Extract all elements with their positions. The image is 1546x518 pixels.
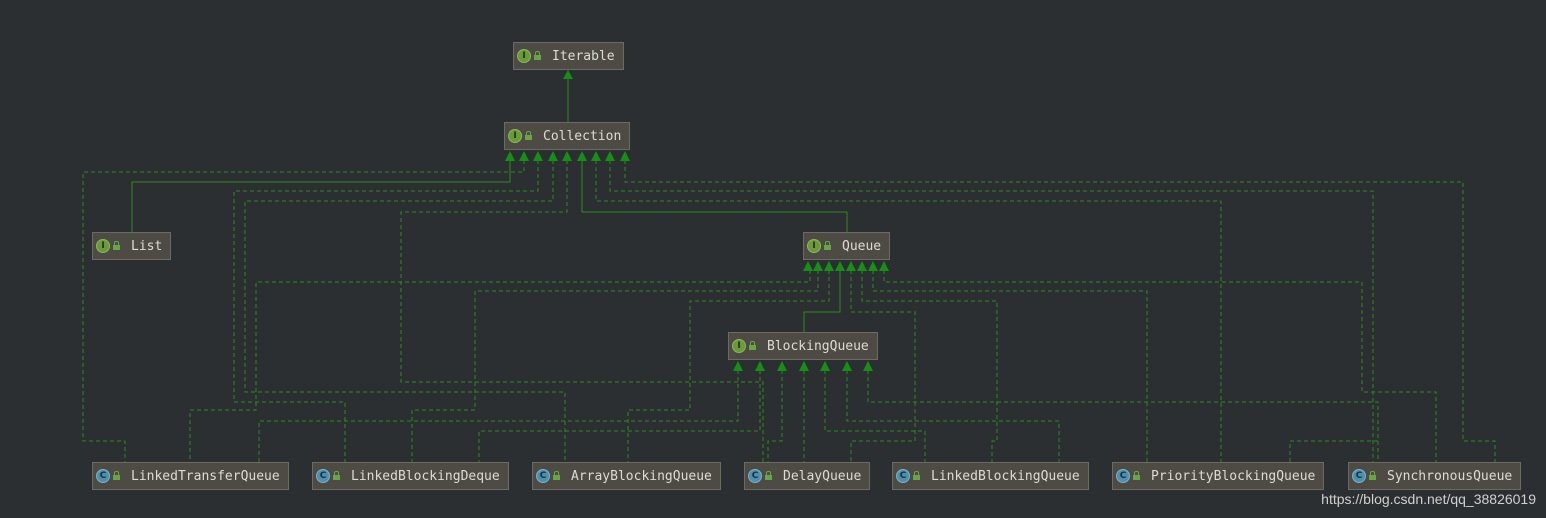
lock-icon [525,131,534,140]
class-icon: C [1352,469,1366,483]
class-icon: C [96,469,110,483]
lock-icon [749,341,758,350]
lock-icon [824,241,833,250]
node-label: DelayQueue [783,468,862,484]
dashed-edges [82,160,1496,462]
node-label: Collection [543,128,622,144]
node-linkedblockingdeque[interactable]: C LinkedBlockingDeque [312,462,509,490]
solid-edges [131,76,848,333]
lock-icon [113,241,122,250]
node-list[interactable]: I List [92,232,172,260]
node-label: List [131,238,163,254]
watermark: https://blog.csdn.net/qq_38826019 [1321,491,1536,507]
interface-icon: I [732,339,746,353]
lock-icon [113,471,122,480]
node-arrayblockingqueue[interactable]: C ArrayBlockingQueue [532,462,721,490]
interface-icon: I [96,239,110,253]
interface-icon: I [508,129,522,143]
lock-icon [553,471,562,480]
arrowheads [505,70,889,371]
node-synchronousqueue[interactable]: C SynchronousQueue [1348,462,1522,490]
node-linkedtransferqueue[interactable]: C LinkedTransferQueue [92,462,289,490]
node-label: LinkedBlockingQueue [931,468,1080,484]
node-blockingqueue[interactable]: I BlockingQueue [728,332,878,360]
class-icon: C [896,469,910,483]
class-icon: C [316,469,330,483]
node-queue[interactable]: I Queue [803,232,891,260]
interface-icon: I [807,239,821,253]
lock-icon [765,471,774,480]
lock-icon [1133,471,1142,480]
inheritance-edges [82,70,1496,462]
node-linkedblockingqueue[interactable]: C LinkedBlockingQueue [892,462,1089,490]
class-icon: C [1116,469,1130,483]
node-label: SynchronousQueue [1387,468,1513,484]
lock-icon [913,471,922,480]
node-priorityblockingqueue[interactable]: C PriorityBlockingQueue [1112,462,1325,490]
node-iterable[interactable]: I Iterable [513,42,624,70]
class-icon: C [748,469,762,483]
class-icon: C [536,469,550,483]
node-collection[interactable]: I Collection [504,122,631,150]
interface-icon: I [517,49,531,63]
node-label: PriorityBlockingQueue [1151,468,1316,484]
node-label: BlockingQueue [767,338,869,354]
node-label: LinkedBlockingDeque [351,468,500,484]
lock-icon [1369,471,1378,480]
lock-icon [534,51,543,60]
node-label: LinkedTransferQueue [131,468,280,484]
node-label: Iterable [552,48,615,64]
node-delayqueue[interactable]: C DelayQueue [744,462,871,490]
node-label: ArrayBlockingQueue [571,468,712,484]
lock-icon [333,471,342,480]
node-label: Queue [842,238,882,254]
